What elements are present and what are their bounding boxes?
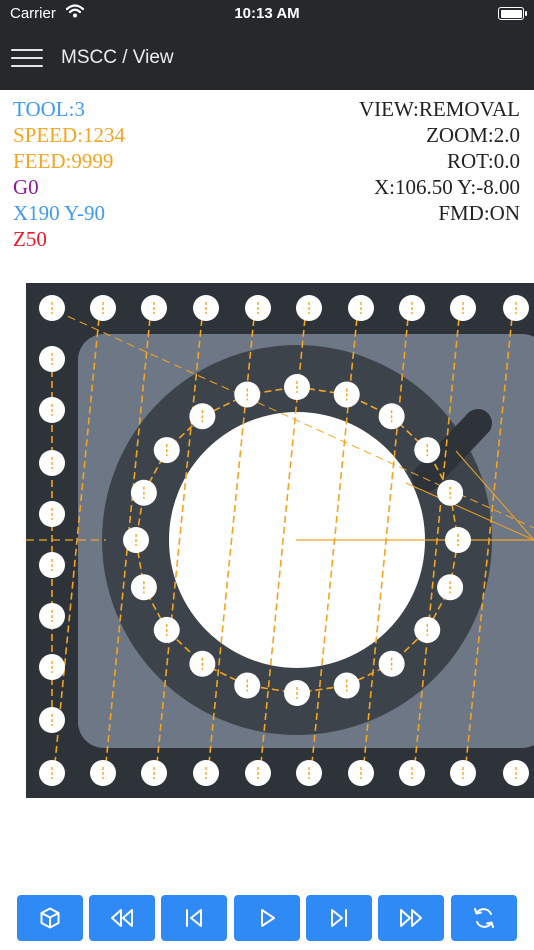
- rewind-button[interactable]: [89, 895, 155, 941]
- status-bar: Carrier 10:13 AM: [0, 0, 534, 26]
- skip-forward-button[interactable]: [306, 895, 372, 941]
- readout-right: VIEW:REMOVAL ZOOM:2.0 ROT:0.0 X:106.50 Y…: [359, 96, 520, 226]
- view-mode-readout: VIEW:REMOVAL: [359, 97, 520, 121]
- navigation-bar: MSCC / View: [0, 26, 534, 90]
- z-command-readout: Z50: [13, 227, 47, 251]
- skip-back-icon: [186, 909, 202, 927]
- playback-toolbar: [17, 895, 517, 941]
- play-button[interactable]: [234, 895, 300, 941]
- battery-icon: [498, 7, 527, 20]
- cube-icon: [40, 907, 60, 929]
- clock: 10:13 AM: [234, 5, 300, 22]
- page-title: MSCC / View: [61, 47, 174, 68]
- readout-left: TOOL:3 SPEED:1234 FEED:9999 G0 X190 Y-90…: [13, 96, 125, 252]
- toolpath-canvas[interactable]: [26, 283, 534, 798]
- view-3d-button[interactable]: [17, 895, 83, 941]
- toolpath-viewport[interactable]: [26, 283, 534, 798]
- rotation-readout: ROT:0.0: [446, 149, 520, 173]
- position-readout: X:106.50 Y:-8.00: [373, 175, 520, 199]
- rewind-icon: [111, 909, 133, 927]
- skip-forward-icon: [331, 909, 347, 927]
- refresh-icon: [474, 908, 494, 928]
- xy-command-readout: X190 Y-90: [13, 201, 105, 225]
- play-icon: [261, 909, 275, 927]
- fast-forward-icon: [400, 909, 422, 927]
- speed-readout: SPEED:1234: [13, 123, 126, 147]
- skip-back-button[interactable]: [161, 895, 227, 941]
- feed-readout: FEED:9999: [13, 149, 114, 173]
- reset-button[interactable]: [451, 895, 517, 941]
- zoom-readout: ZOOM:2.0: [426, 123, 520, 147]
- hamburger-menu-icon[interactable]: [11, 48, 43, 68]
- tool-readout: TOOL:3: [13, 97, 85, 121]
- fast-forward-button[interactable]: [378, 895, 444, 941]
- fmd-readout: FMD:ON: [438, 201, 520, 225]
- gcode-readout: G0: [13, 175, 39, 199]
